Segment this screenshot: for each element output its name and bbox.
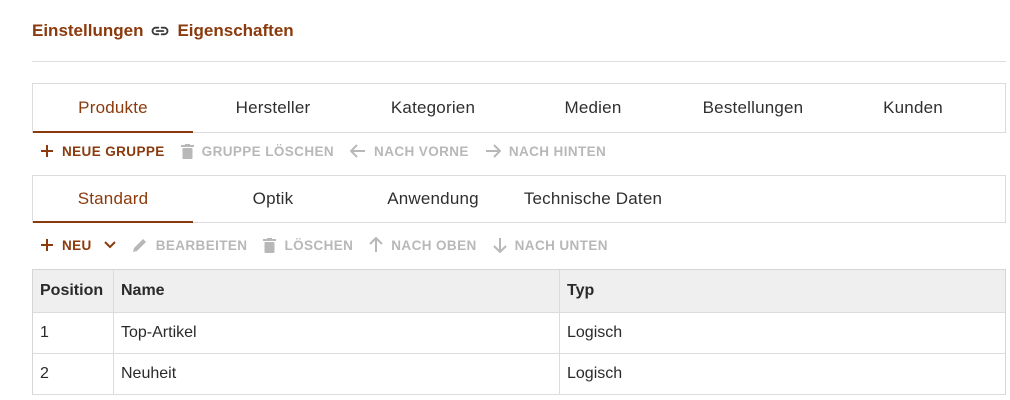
header-divider: [32, 61, 1006, 62]
move-up-label: NACH OBEN: [391, 237, 477, 253]
move-down-button[interactable]: NACH UNTEN: [485, 231, 616, 259]
arrow-down-icon: [492, 237, 507, 253]
cell-type: Logisch: [567, 324, 623, 341]
main-tabbar: Produkte Hersteller Kategorien Medien Be…: [32, 83, 1006, 133]
arrow-right-icon: [485, 144, 501, 158]
tab-technische-daten[interactable]: Technische Daten: [513, 176, 673, 222]
properties-table: Position Name Typ 1 Top-Artikel Logisch …: [32, 269, 1006, 395]
column-header-type[interactable]: Typ: [560, 270, 1005, 312]
delete-group-label: GRUPPE LÖSCHEN: [201, 143, 335, 159]
edit-label: BEARBEITEN: [155, 237, 248, 253]
trash-icon: [180, 143, 194, 159]
column-header-name[interactable]: Name: [114, 270, 560, 312]
cell-type: Logisch: [567, 365, 623, 382]
link-icon: [149, 20, 171, 42]
new-group-button[interactable]: NEUE GRUPPE: [32, 137, 173, 165]
chevron-down-icon[interactable]: [103, 241, 116, 249]
delete-group-button[interactable]: GRUPPE LÖSCHEN: [173, 137, 342, 165]
tab-optik[interactable]: Optik: [193, 176, 353, 222]
tab-standard[interactable]: Standard: [33, 176, 193, 223]
move-forward-label: NACH VORNE: [374, 143, 469, 159]
tab-kategorien[interactable]: Kategorien: [353, 84, 513, 132]
tab-hersteller[interactable]: Hersteller: [193, 84, 353, 132]
move-up-button[interactable]: NACH OBEN: [361, 231, 484, 259]
cell-name: Top-Artikel: [114, 313, 560, 353]
move-forward-button[interactable]: NACH VORNE: [342, 137, 477, 165]
cell-position: 2: [33, 354, 114, 394]
arrow-left-icon: [350, 144, 366, 158]
cell-position: 1: [33, 313, 114, 353]
breadcrumb-parent[interactable]: Einstellungen: [32, 21, 143, 41]
cell-name: Neuheit: [114, 354, 560, 394]
edit-button[interactable]: BEARBEITEN: [124, 231, 256, 259]
table-row[interactable]: 1 Top-Artikel Logisch: [33, 313, 1005, 354]
tab-medien[interactable]: Medien: [513, 84, 673, 132]
delete-label: LÖSCHEN: [284, 237, 354, 253]
plus-icon: [40, 238, 54, 252]
new-group-label: NEUE GRUPPE: [62, 143, 165, 159]
column-header-position[interactable]: Position: [33, 270, 114, 312]
tab-produkte[interactable]: Produkte: [33, 84, 193, 133]
tab-kunden[interactable]: Kunden: [833, 84, 993, 132]
pencil-icon: [132, 237, 148, 253]
breadcrumb: Einstellungen Eigenschaften: [32, 20, 294, 42]
arrow-up-icon: [369, 237, 383, 253]
group-tabbar: Standard Optik Anwendung Technische Date…: [32, 175, 1006, 223]
tab-bestellungen[interactable]: Bestellungen: [673, 84, 833, 132]
new-button[interactable]: NEU: [32, 231, 124, 259]
table-header-row: Position Name Typ: [33, 270, 1005, 313]
delete-button[interactable]: LÖSCHEN: [255, 231, 361, 259]
group-toolbar: NEUE GRUPPE GRUPPE LÖSCHEN NACH VORNE NA…: [32, 137, 614, 165]
new-label: NEU: [62, 237, 92, 253]
table-row[interactable]: 2 Neuheit Logisch: [33, 354, 1005, 395]
trash-icon: [263, 237, 277, 253]
move-back-button[interactable]: NACH HINTEN: [477, 137, 614, 165]
move-back-label: NACH HINTEN: [508, 143, 607, 159]
breadcrumb-current: Eigenschaften: [177, 21, 294, 40]
tab-anwendung[interactable]: Anwendung: [353, 176, 513, 222]
item-toolbar: NEU BEARBEITEN LÖSCHEN NACH OBEN NACH UN…: [32, 231, 616, 259]
plus-icon: [40, 144, 54, 158]
move-down-label: NACH UNTEN: [514, 237, 608, 253]
